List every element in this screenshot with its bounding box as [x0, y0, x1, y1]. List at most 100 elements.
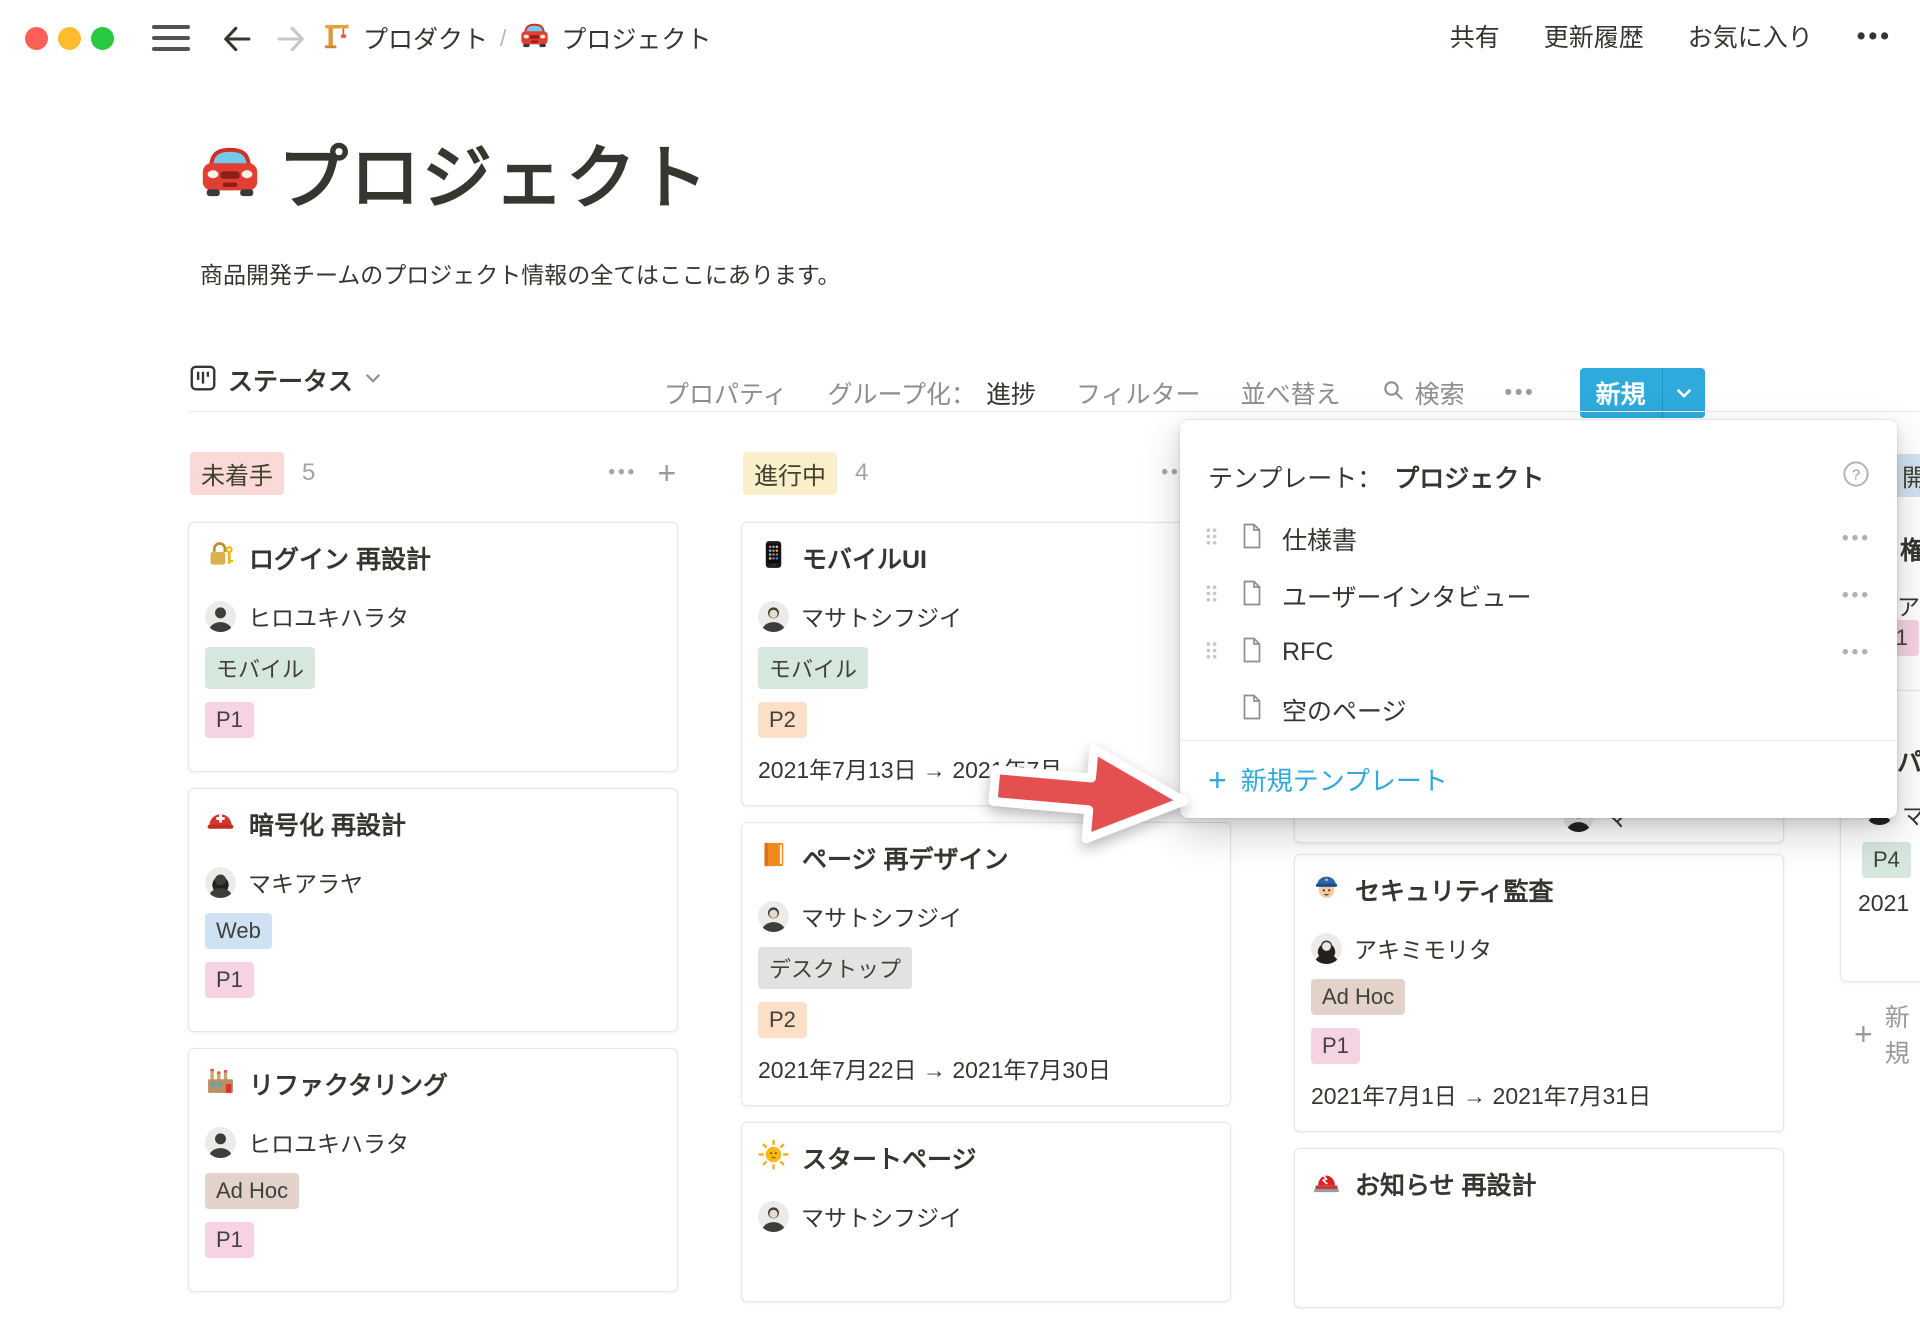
siren-icon: [1311, 1165, 1342, 1203]
template-item-empty-page[interactable]: 空のページ: [1180, 681, 1897, 738]
toolbar-more-icon[interactable]: •••: [1505, 381, 1536, 405]
drag-handle-icon[interactable]: [1204, 526, 1224, 552]
group-by-label: グループ化：: [828, 375, 977, 411]
filter-button[interactable]: フィルター: [1076, 375, 1201, 411]
sidebar-toggle-icon[interactable]: [152, 25, 190, 52]
drag-handle-icon[interactable]: [1204, 640, 1224, 666]
avatar: [1311, 933, 1342, 964]
breadcrumb-item-product[interactable]: プロダクト: [322, 19, 488, 57]
more-icon[interactable]: •••: [1857, 22, 1892, 51]
template-item-rfc[interactable]: RFC •••: [1180, 624, 1897, 681]
tag: P1: [1311, 1028, 1360, 1064]
tag: モバイル: [205, 647, 315, 689]
card-date-fragment: 2021: [1858, 890, 1909, 917]
help-icon[interactable]: ?: [1841, 459, 1871, 496]
svg-text:?: ?: [1852, 466, 1860, 483]
avatar: [758, 901, 789, 932]
factory-icon: [205, 1065, 236, 1103]
sort-button[interactable]: 並べ替え: [1241, 375, 1341, 411]
minimize-window-button[interactable]: [58, 27, 81, 50]
board-card[interactable]: 暗号化 再設計 マキアラヤ Web P1: [188, 788, 678, 1032]
template-item-label: RFC: [1282, 638, 1333, 667]
card-title-fragment: 権: [1900, 531, 1920, 567]
card-date-range: 2021年7月1日 → 2021年7月31日: [1311, 1077, 1767, 1111]
breadcrumb: プロダクト / プロジェクト: [322, 18, 711, 58]
item-more-icon[interactable]: •••: [1842, 585, 1871, 607]
group-by-button[interactable]: グループ化： 進捗: [828, 375, 1037, 411]
favorites-button[interactable]: お気に入り: [1688, 18, 1813, 54]
page-icon: [1240, 522, 1264, 555]
column-more-icon[interactable]: •••: [608, 462, 637, 484]
card-title: ページ 再デザイン: [802, 840, 1008, 876]
updates-button[interactable]: 更新履歴: [1544, 18, 1644, 54]
divider: [188, 411, 1920, 412]
book-icon: [758, 839, 789, 877]
column-count: 5: [302, 459, 315, 487]
avatar: [205, 867, 236, 898]
page-title: プロジェクト: [278, 122, 710, 223]
avatar: [758, 601, 789, 632]
view-tab-label: ステータス: [228, 362, 353, 398]
tag: Web: [205, 913, 272, 949]
zoom-window-button[interactable]: [91, 27, 114, 50]
close-window-button[interactable]: [25, 27, 48, 50]
back-arrow-icon[interactable]: [218, 20, 256, 63]
chevron-down-icon: [363, 368, 383, 393]
board-card[interactable]: ページ 再デザイン マサトシフジイ デスクトップ P2 2021年7月22日 →…: [741, 822, 1231, 1106]
card-title: モバイルUI: [802, 540, 927, 576]
column-add-icon[interactable]: +: [657, 457, 676, 489]
new-template-button[interactable]: + 新規テンプレート: [1180, 740, 1897, 818]
item-more-icon[interactable]: •••: [1842, 642, 1871, 664]
template-item-spec[interactable]: 仕様書 •••: [1180, 510, 1897, 567]
tag: P1: [205, 702, 254, 738]
breadcrumb-item-project[interactable]: プロジェクト: [518, 18, 711, 58]
card-title-fragment: パ: [1897, 743, 1920, 779]
police-officer-icon: [1311, 871, 1342, 909]
properties-button[interactable]: プロパティ: [664, 375, 788, 411]
search-button[interactable]: 検索: [1381, 375, 1465, 411]
assignee-name: ヒロユキハラタ: [248, 599, 409, 633]
assignee-name: マサトシフジイ: [801, 1199, 962, 1233]
assignee-fragment: ア: [1897, 588, 1920, 622]
window-titlebar: プロダクト / プロジェクト 共有 更新履歴 お気に入り •••: [0, 0, 1920, 75]
add-card-button[interactable]: + 新規: [1854, 998, 1920, 1070]
template-item-label: 仕様書: [1282, 521, 1357, 557]
item-more-icon[interactable]: •••: [1842, 528, 1871, 550]
annotation-arrow-icon: [983, 724, 1199, 865]
board-card[interactable]: リファクタリング ヒロユキハラタ Ad Hoc P1: [188, 1048, 678, 1292]
card-title: 暗号化 再設計: [249, 806, 406, 842]
column-status-badge[interactable]: 未着手: [190, 452, 284, 495]
plus-icon: +: [1208, 764, 1227, 796]
search-icon: [1381, 378, 1405, 409]
template-item-user-interview[interactable]: ユーザーインタビュー •••: [1180, 567, 1897, 624]
board-card[interactable]: セキュリティ監査 アキミモリタ Ad Hoc P1 2021年7月1日 → 20…: [1294, 854, 1784, 1132]
board-card[interactable]: お知らせ 再設計: [1294, 1148, 1784, 1308]
tag: P2: [758, 1002, 807, 1038]
board-icon: [188, 363, 218, 398]
tag: P2: [758, 702, 807, 738]
tag: P1: [205, 962, 254, 998]
add-card-label: 新規: [1885, 998, 1920, 1070]
board-column-in-progress: 進行中 4 ••• + モバイルUI マサトシフジイ モバイル P2 2021年…: [741, 440, 1231, 1318]
tag: デスクトップ: [758, 947, 912, 989]
column-count: 4: [855, 459, 868, 487]
board-card[interactable]: ログイン 再設計 ヒロユキハラタ モバイル P1: [188, 522, 678, 772]
view-tab-status[interactable]: ステータス: [188, 362, 383, 398]
search-label: 検索: [1415, 375, 1465, 411]
template-item-label: ユーザーインタビュー: [1282, 578, 1532, 614]
column-status-badge[interactable]: 進行中: [743, 452, 837, 495]
card-date-range: 2021年7月22日 → 2021年7月30日: [758, 1051, 1214, 1085]
tag: Ad Hoc: [1311, 979, 1405, 1015]
board-card[interactable]: スタートページ マサトシフジイ: [741, 1122, 1231, 1302]
group-by-value: 進捗: [986, 375, 1036, 411]
board-column-not-started: 未着手 5 ••• + ログイン 再設計 ヒロユキハラタ モバイル P1 暗号化…: [188, 440, 678, 1308]
share-button[interactable]: 共有: [1450, 18, 1500, 54]
page-icon: [1240, 579, 1264, 612]
assignee-fragment: マ: [1902, 797, 1920, 831]
forward-arrow-icon[interactable]: [272, 20, 310, 63]
assignee-name: ヒロユキハラタ: [248, 1125, 409, 1159]
card-title: セキュリティ監査: [1355, 872, 1554, 908]
page-icon car-icon[interactable]: [196, 136, 264, 209]
drag-handle-icon[interactable]: [1204, 583, 1224, 609]
assignee-name: マサトシフジイ: [801, 599, 962, 633]
